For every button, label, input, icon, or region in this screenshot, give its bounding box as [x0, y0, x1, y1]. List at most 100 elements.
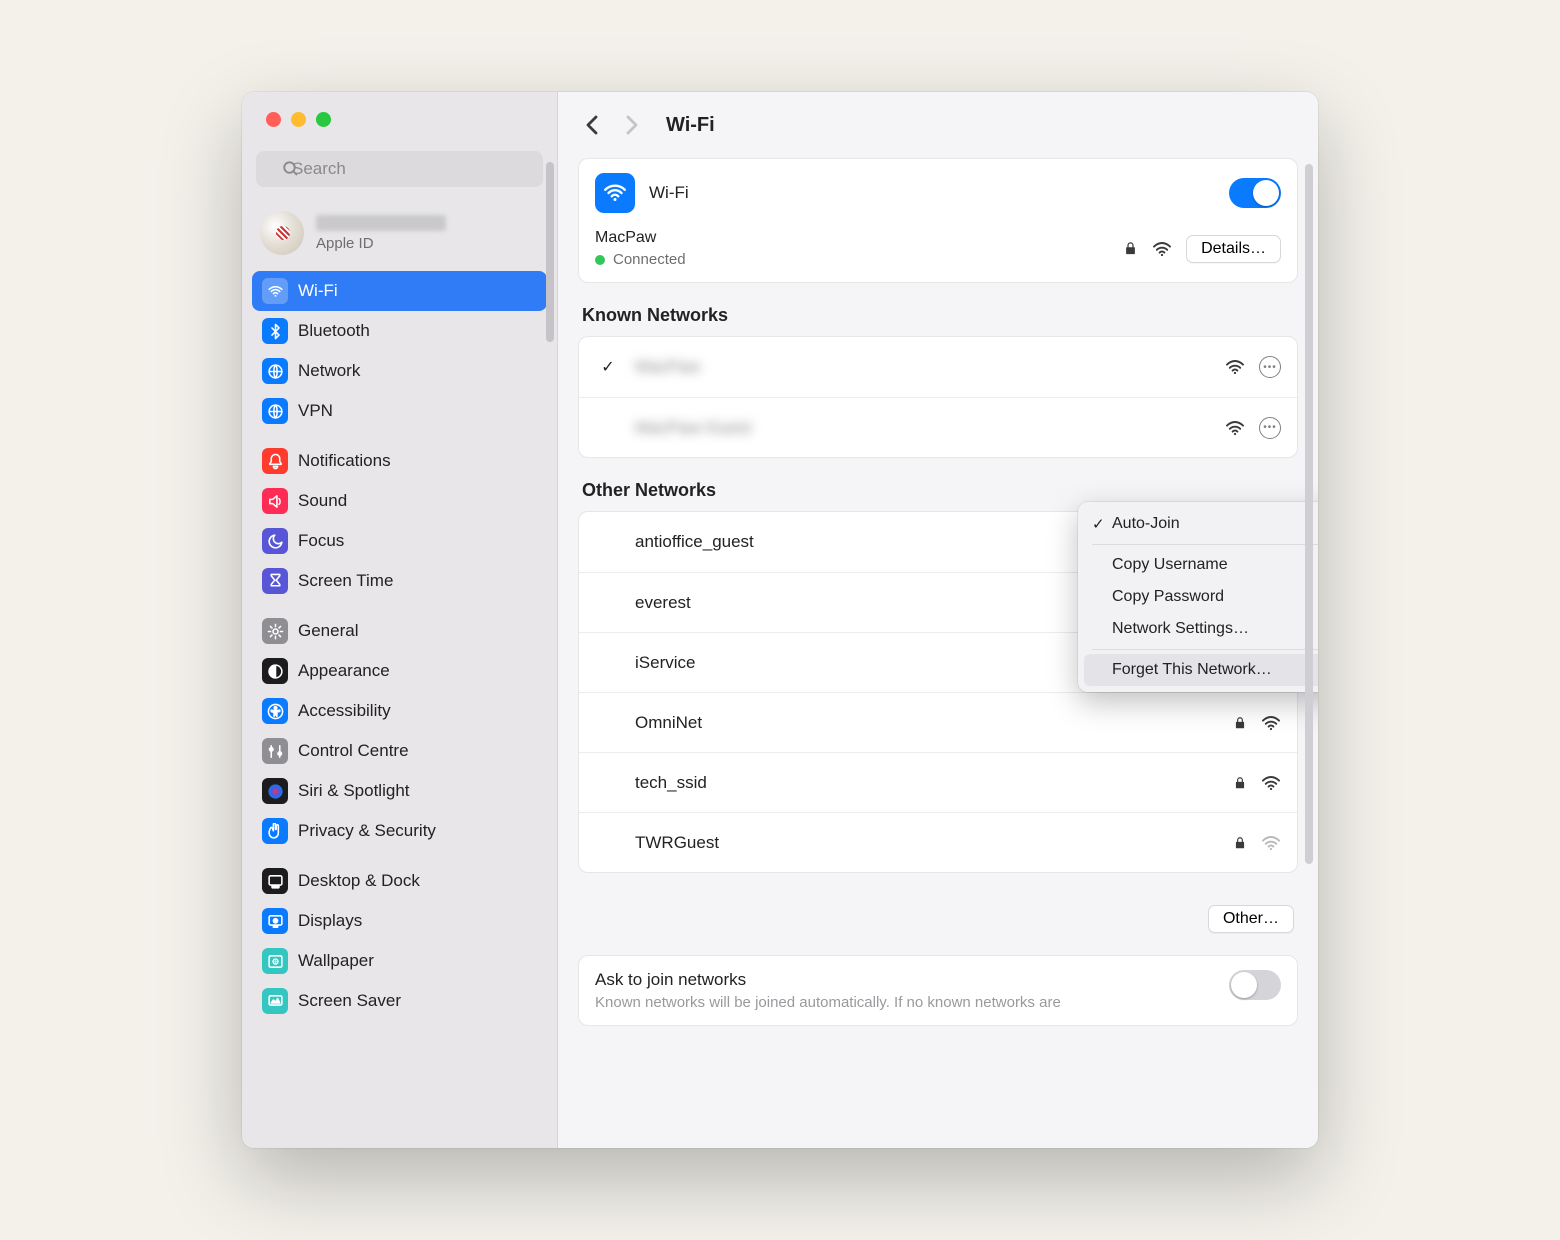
siri-icon [262, 778, 288, 804]
sidebar-item-label: Wallpaper [298, 951, 374, 971]
wifi-signal-icon [1261, 715, 1281, 731]
accessibility-icon [262, 698, 288, 724]
sidebar-item-displays[interactable]: Displays [252, 901, 547, 941]
network-row[interactable]: MacPaw-Guest ••• [579, 397, 1297, 457]
hand-icon [262, 818, 288, 844]
sidebar-item-label: Appearance [298, 661, 390, 681]
sidebar-list: Wi-Fi Bluetooth Network VPN Notifications Sou… [242, 271, 557, 1148]
control-icon [262, 738, 288, 764]
sidebar-item-label: Control Centre [298, 741, 409, 761]
ask-to-join-toggle[interactable] [1229, 970, 1281, 1000]
more-options-button[interactable]: ••• [1259, 417, 1281, 439]
status-dot-icon [595, 255, 605, 265]
moon-icon [262, 528, 288, 554]
menu-item-copy-password[interactable]: Copy Password [1084, 581, 1318, 613]
back-button[interactable] [580, 113, 604, 137]
sidebar-item-label: Wi-Fi [298, 281, 338, 301]
apple-id-label: Apple ID [316, 235, 446, 252]
sidebar-item-siri-spotlight[interactable]: Siri & Spotlight [252, 771, 547, 811]
settings-window: Apple ID Wi-Fi Bluetooth Network VPN Notific… [242, 92, 1318, 1148]
wifi-signal-icon [1261, 775, 1281, 791]
sidebar-scrollbar[interactable] [546, 162, 554, 342]
sidebar-item-screen-time[interactable]: Screen Time [252, 561, 547, 601]
sidebar-item-privacy-security[interactable]: Privacy & Security [252, 811, 547, 851]
more-options-button[interactable]: ••• [1259, 356, 1281, 378]
sidebar-item-label: Siri & Spotlight [298, 781, 410, 801]
sidebar-item-label: Screen Saver [298, 991, 401, 1011]
network-name: MacPaw [635, 357, 1211, 377]
minimize-window-button[interactable] [291, 112, 306, 127]
sidebar-item-label: Desktop & Dock [298, 871, 420, 891]
appearance-icon [262, 658, 288, 684]
network-name: OmniNet [635, 713, 1219, 733]
wifi-icon [595, 173, 635, 213]
menu-separator [1092, 544, 1318, 545]
bell-icon [262, 448, 288, 474]
sidebar-item-label: Screen Time [298, 571, 393, 591]
displays-icon [262, 908, 288, 934]
wifi-signal-icon [1225, 359, 1245, 375]
lock-icon [1233, 715, 1247, 731]
fullscreen-window-button[interactable] [316, 112, 331, 127]
sidebar-item-label: Sound [298, 491, 347, 511]
current-network-name: MacPaw [595, 229, 1109, 247]
account-name-redacted [316, 215, 446, 231]
sidebar-item-desktop-dock[interactable]: Desktop & Dock [252, 861, 547, 901]
content-pane: Wi-Fi Wi-Fi MacPaw Connect [558, 92, 1318, 1148]
sidebar-item-label: Focus [298, 531, 344, 551]
sidebar-item-screen-saver[interactable]: Screen Saver [252, 981, 547, 1021]
search-input[interactable] [256, 151, 543, 187]
sidebar-item-label: Displays [298, 911, 362, 931]
network-icon [262, 358, 288, 384]
wifi-label: Wi-Fi [649, 183, 1215, 203]
forward-button[interactable] [620, 113, 644, 137]
sidebar-item-label: Bluetooth [298, 321, 370, 341]
details-button[interactable]: Details… [1186, 235, 1281, 263]
sidebar-item-appearance[interactable]: Appearance [252, 651, 547, 691]
sidebar-item-wi-fi[interactable]: Wi-Fi [252, 271, 547, 311]
wifi-signal-icon [1152, 241, 1172, 257]
ask-to-join-title: Ask to join networks [595, 970, 1215, 990]
sidebar-item-network[interactable]: Network [252, 351, 547, 391]
network-row[interactable]: tech_ssid [579, 752, 1297, 812]
menu-item-forget-this-network[interactable]: Forget This Network… [1084, 654, 1318, 686]
sidebar-item-vpn[interactable]: VPN [252, 391, 547, 431]
sidebar-item-bluetooth[interactable]: Bluetooth [252, 311, 547, 351]
wifi-toggle[interactable] [1229, 178, 1281, 208]
vpn-icon [262, 398, 288, 424]
network-row[interactable]: ✓MacPaw••• [579, 337, 1297, 397]
sidebar-item-label: General [298, 621, 358, 641]
sidebar-item-wallpaper[interactable]: Wallpaper [252, 941, 547, 981]
avatar [260, 211, 304, 255]
known-networks-title: Known Networks [578, 305, 1298, 336]
lock-icon [1233, 775, 1247, 791]
close-window-button[interactable] [266, 112, 281, 127]
menu-item-copy-username[interactable]: Copy Username [1084, 549, 1318, 581]
sidebar-item-general[interactable]: General [252, 611, 547, 651]
network-name: tech_ssid [635, 773, 1219, 793]
ask-to-join-description: Known networks will be joined automatica… [595, 994, 1215, 1011]
apple-id-account[interactable]: Apple ID [242, 197, 557, 271]
network-context-menu: Auto-Join Copy UsernameCopy PasswordNetwo… [1078, 502, 1318, 692]
content-scrollbar[interactable] [1305, 164, 1313, 864]
sidebar-item-label: VPN [298, 401, 333, 421]
network-name: TWRGuest [635, 833, 1219, 853]
dock-icon [262, 868, 288, 894]
sidebar-item-sound[interactable]: Sound [252, 481, 547, 521]
sidebar-item-control-centre[interactable]: Control Centre [252, 731, 547, 771]
sidebar-item-label: Notifications [298, 451, 391, 471]
menu-item-auto-join[interactable]: Auto-Join [1084, 508, 1318, 540]
network-row[interactable]: OmniNet [579, 692, 1297, 752]
network-row[interactable]: TWRGuest [579, 812, 1297, 872]
sidebar-item-notifications[interactable]: Notifications [252, 441, 547, 481]
wifi-icon [262, 278, 288, 304]
sidebar-item-focus[interactable]: Focus [252, 521, 547, 561]
other-network-button[interactable]: Other… [1208, 905, 1294, 933]
sidebar: Apple ID Wi-Fi Bluetooth Network VPN Notific… [242, 92, 558, 1148]
menu-item-network-settings[interactable]: Network Settings… [1084, 613, 1318, 645]
wifi-signal-icon [1225, 420, 1245, 436]
hourglass-icon [262, 568, 288, 594]
ask-to-join-card: Ask to join networks Known networks will… [578, 955, 1298, 1026]
sidebar-item-accessibility[interactable]: Accessibility [252, 691, 547, 731]
network-name: MacPaw-Guest [635, 418, 1211, 438]
